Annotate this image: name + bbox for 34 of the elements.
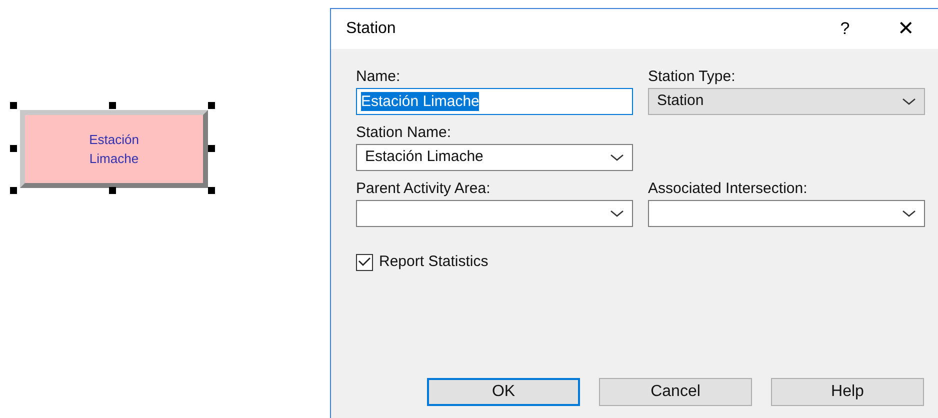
selection-handle[interactable] bbox=[10, 145, 17, 152]
selection-handle[interactable] bbox=[208, 102, 215, 109]
dropdown[interactable]: Station bbox=[648, 88, 925, 115]
checkmark-icon bbox=[358, 257, 371, 268]
selection-handle[interactable] bbox=[10, 102, 17, 109]
dropdown[interactable] bbox=[356, 200, 633, 227]
dropdown[interactable] bbox=[648, 200, 925, 227]
checkbox-label: Report Statistics bbox=[379, 252, 488, 272]
dialog-button[interactable]: Help bbox=[771, 378, 924, 406]
selection-handle[interactable] bbox=[208, 145, 215, 152]
field-label: Name: bbox=[356, 67, 402, 87]
field-label: Parent Activity Area: bbox=[356, 179, 492, 199]
checkbox[interactable] bbox=[356, 254, 373, 271]
selected-text: Estación Limache bbox=[361, 92, 480, 111]
selection-handle[interactable] bbox=[109, 187, 116, 194]
chevron-down-icon bbox=[902, 98, 916, 106]
block-label: Estación Limache bbox=[89, 131, 139, 168]
selection-handle[interactable] bbox=[208, 187, 215, 194]
dialog-button[interactable]: Cancel bbox=[599, 378, 752, 406]
dialog-button[interactable]: OK bbox=[427, 378, 580, 406]
field-label: Station Name: bbox=[356, 123, 452, 143]
name-field[interactable]: Estación Limache bbox=[356, 88, 633, 115]
chevron-down-icon bbox=[902, 210, 916, 218]
chevron-down-icon bbox=[610, 154, 624, 162]
dropdown[interactable]: Estación Limache bbox=[356, 144, 633, 171]
chevron-down-icon bbox=[610, 210, 624, 218]
close-button[interactable]: ✕ bbox=[884, 14, 928, 44]
field-label: Station Type: bbox=[648, 67, 736, 87]
help-button[interactable]: ? bbox=[820, 14, 870, 44]
selection-handle[interactable] bbox=[109, 102, 116, 109]
station-block[interactable]: Estación Limache bbox=[20, 110, 208, 188]
window-title: Station bbox=[346, 19, 397, 39]
field-label: Associated Intersection: bbox=[648, 179, 808, 199]
selection-handle[interactable] bbox=[10, 187, 17, 194]
